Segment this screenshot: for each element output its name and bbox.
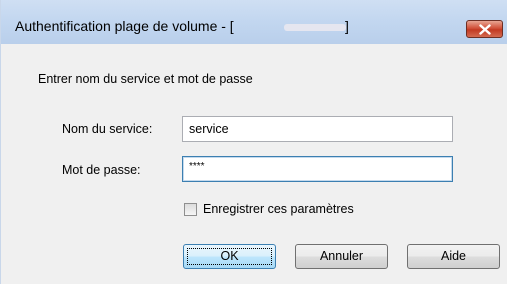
window-title-suffix: ]	[345, 18, 349, 34]
password-input[interactable]: ****	[182, 156, 453, 182]
service-name-label: Nom du service:	[62, 122, 153, 136]
prompt-text: Entrer nom du service et mot de passe	[38, 72, 253, 86]
cancel-button-label: Annuler	[319, 249, 364, 263]
service-name-input[interactable]: service	[182, 116, 453, 142]
focus-ring	[187, 248, 272, 265]
help-button-label: Aide	[440, 249, 467, 263]
title-bar[interactable]: Authentification plage de volume - [ ]	[1, 0, 507, 44]
password-label: Mot de passe:	[62, 163, 141, 177]
save-settings-checkbox[interactable]	[184, 203, 197, 216]
close-button[interactable]	[466, 20, 503, 38]
ok-button[interactable]: OK	[183, 244, 276, 269]
redacted-address	[284, 24, 346, 31]
window-title: Authentification plage de volume - [	[15, 18, 234, 34]
save-settings-label[interactable]: Enregistrer ces paramètres	[203, 202, 354, 216]
auth-dialog: Authentification plage de volume - [ ] E…	[0, 0, 507, 284]
close-icon	[479, 24, 491, 35]
help-button[interactable]: Aide	[407, 244, 500, 269]
cancel-button[interactable]: Annuler	[295, 244, 388, 269]
